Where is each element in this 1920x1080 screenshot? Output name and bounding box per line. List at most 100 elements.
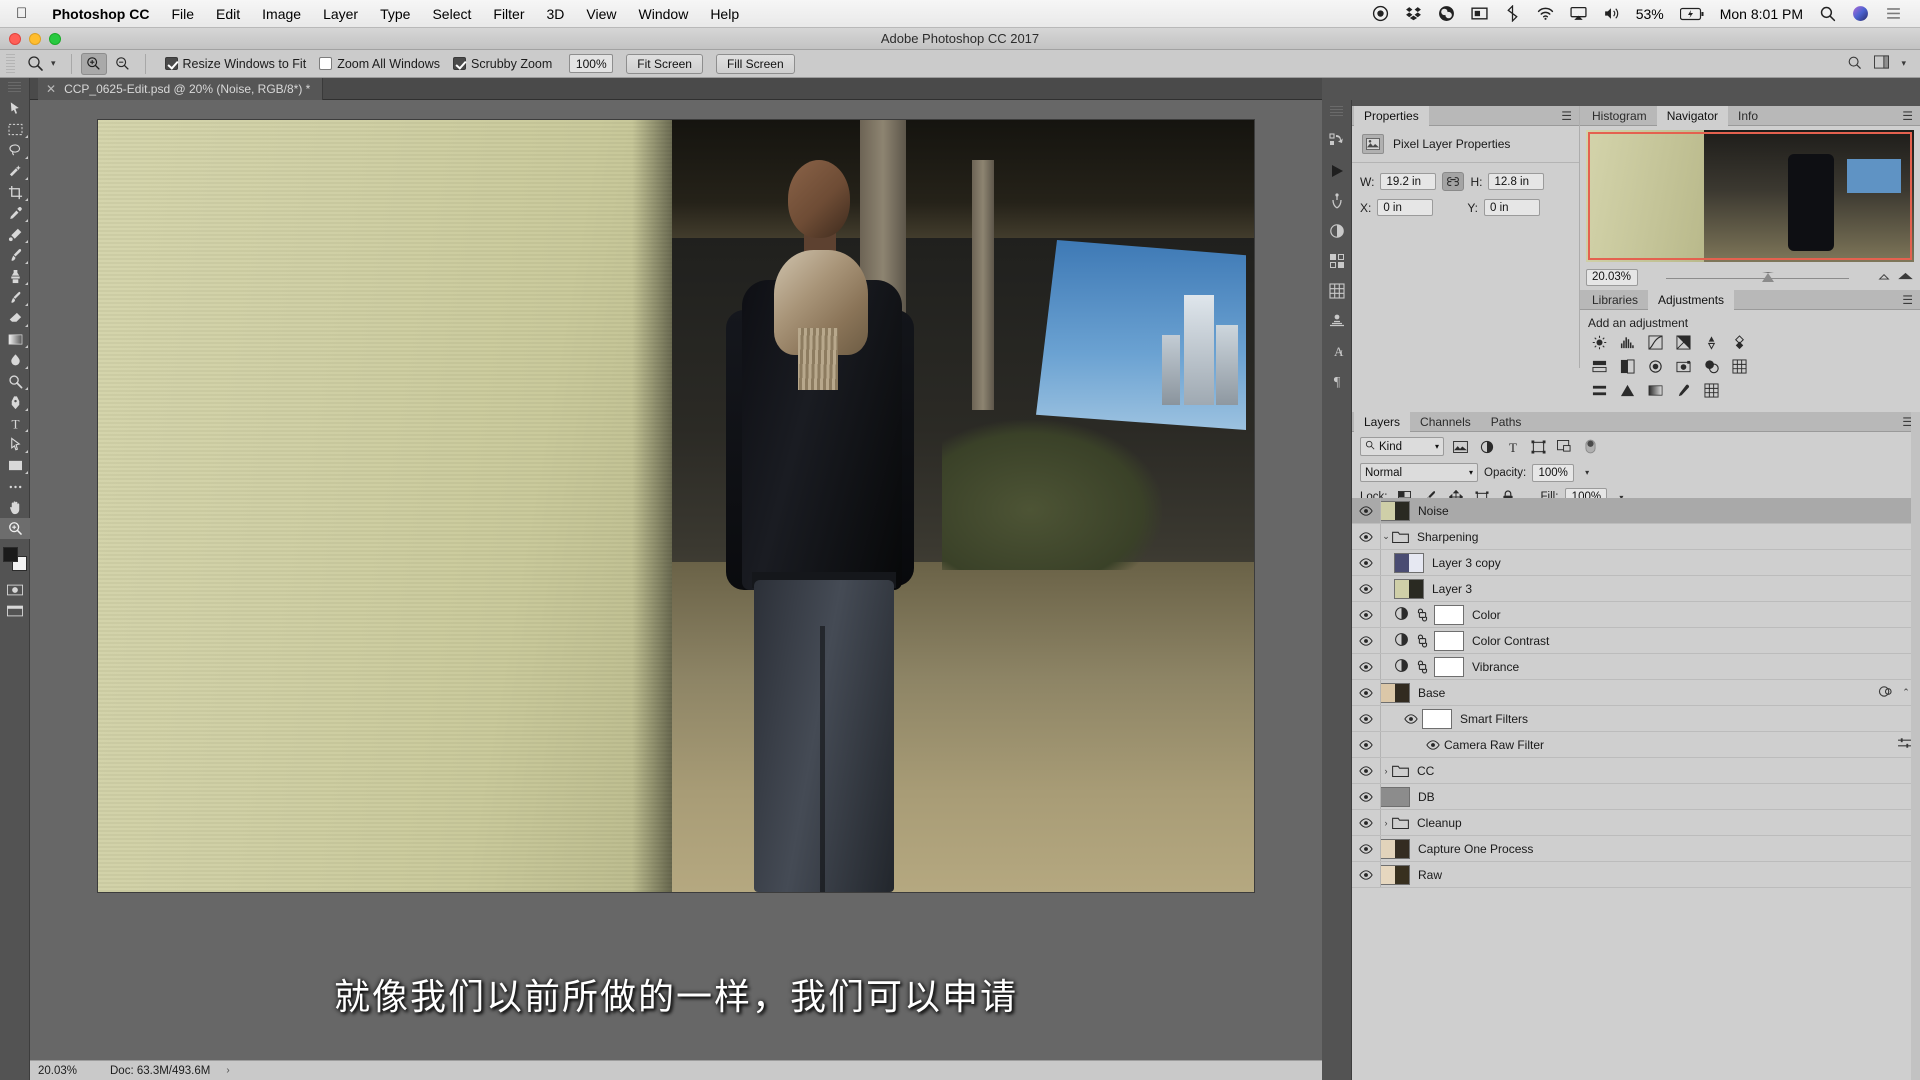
resize-windows-to-fit-checkbox[interactable]: Resize Windows to Fit <box>164 57 306 71</box>
zoom-tool[interactable] <box>0 518 30 539</box>
layer-visibility-toggle[interactable] <box>1352 661 1380 672</box>
layer-visibility-toggle[interactable] <box>1352 583 1380 594</box>
marquee-tool[interactable] <box>0 119 30 140</box>
tab-layers[interactable]: Layers <box>1354 411 1411 432</box>
type-tool[interactable]: T <box>0 413 30 434</box>
zoom-tool-icon[interactable] <box>22 53 48 75</box>
layer-row[interactable]: DB <box>1352 784 1920 810</box>
layer-name[interactable]: Layer 3 copy <box>1432 556 1501 570</box>
smart-filters-visibility-toggle[interactable] <box>1400 713 1422 724</box>
layer-name[interactable]: Layer 3 <box>1432 582 1472 596</box>
layer-name[interactable]: Raw <box>1418 868 1442 882</box>
hand-tool[interactable] <box>0 497 30 518</box>
menu-select[interactable]: Select <box>421 6 482 22</box>
link-mask-icon[interactable] <box>1416 634 1429 648</box>
layer-visibility-toggle[interactable] <box>1352 687 1380 698</box>
healing-brush-tool[interactable] <box>0 224 30 245</box>
navigator-thumbnail[interactable] <box>1586 130 1914 262</box>
icon-dock-grip[interactable] <box>1330 106 1343 118</box>
tab-paths[interactable]: Paths <box>1481 412 1532 432</box>
eraser-tool[interactable] <box>0 308 30 329</box>
tab-channels[interactable]: Channels <box>1410 412 1481 432</box>
layer-filter-kind-select[interactable]: Kind ▾ <box>1360 437 1444 456</box>
menu-help[interactable]: Help <box>699 6 750 22</box>
layer-row[interactable]: Color Contrast <box>1352 628 1920 654</box>
menu-edit[interactable]: Edit <box>205 6 251 22</box>
quick-mask-icon[interactable] <box>0 579 30 600</box>
layer-row[interactable]: Layer 3 <box>1352 576 1920 602</box>
document-tab[interactable]: ✕ CCP_0625-Edit.psd @ 20% (Noise, RGB/8*… <box>38 78 324 100</box>
vibrance-icon[interactable] <box>1702 334 1721 351</box>
path-selection-tool[interactable] <box>0 434 30 455</box>
menu-view[interactable]: View <box>575 6 627 22</box>
layer-row[interactable]: Raw <box>1352 862 1920 888</box>
status-expand-arrow[interactable]: › <box>210 1065 229 1076</box>
menu-app-name[interactable]: Photoshop CC <box>41 6 160 22</box>
document-image[interactable] <box>98 120 1254 892</box>
history-icon[interactable] <box>1322 186 1352 216</box>
cloud-sync-icon[interactable] <box>1430 5 1463 22</box>
layer-name[interactable]: Cleanup <box>1417 816 1462 830</box>
chevron-down-icon[interactable]: ▾ <box>1435 442 1439 451</box>
black-white-icon[interactable] <box>1618 358 1637 375</box>
layer-row[interactable]: ⌄ Sharpening <box>1352 524 1920 550</box>
chevron-down-icon[interactable]: ▾ <box>51 58 62 69</box>
layer-row[interactable]: Color <box>1352 602 1920 628</box>
layer-visibility-toggle[interactable] <box>1352 843 1380 854</box>
quick-selection-tool[interactable] <box>0 161 30 182</box>
exposure-icon[interactable] <box>1674 334 1693 351</box>
fit-screen-button[interactable]: Fit Screen <box>626 53 703 74</box>
dropbox-icon[interactable] <box>1397 5 1430 22</box>
channels-icon[interactable] <box>1322 276 1352 306</box>
menu-window[interactable]: Window <box>628 6 700 22</box>
dodge-tool[interactable] <box>0 371 30 392</box>
layer-mask-thumbnail[interactable] <box>1434 630 1464 651</box>
layer-name[interactable]: Capture One Process <box>1418 842 1533 856</box>
layer-row[interactable]: Vibrance <box>1352 654 1920 680</box>
layer-name[interactable]: Smart Filters <box>1460 712 1528 726</box>
menu-3d[interactable]: 3D <box>536 6 576 22</box>
zoom-out-button[interactable] <box>110 53 136 75</box>
x-field[interactable]: 0 in <box>1377 199 1434 216</box>
workspace-chevron-icon[interactable]: ▾ <box>1901 58 1912 69</box>
options-bar-grip[interactable] <box>6 53 15 74</box>
invert-icon[interactable] <box>1730 358 1749 375</box>
filter-toggle-icon[interactable] <box>1581 438 1600 455</box>
zoom-percentage-field[interactable]: 100% <box>569 54 614 73</box>
layer-visibility-toggle[interactable] <box>1352 869 1380 880</box>
h-field[interactable]: 12.8 in <box>1488 173 1545 190</box>
move-tool[interactable] <box>0 98 30 119</box>
actions-icon[interactable] <box>1322 126 1352 156</box>
blend-mode-select[interactable]: Normal ▾ <box>1360 463 1478 482</box>
navigator-view-box[interactable] <box>1588 132 1912 260</box>
notification-center-icon[interactable] <box>1877 5 1910 22</box>
canvas-area[interactable]: 就像我们以前所做的一样，我们可以申请 <box>30 100 1322 1060</box>
clone-stamp-tool[interactable] <box>0 266 30 287</box>
navigator-zoom-field[interactable]: 20.03% <box>1586 268 1638 286</box>
layer-name[interactable]: Base <box>1418 686 1445 700</box>
layer-row[interactable]: › CC <box>1352 758 1920 784</box>
zoom-out-small-icon[interactable] <box>1877 270 1891 284</box>
threshold-icon[interactable] <box>1618 382 1637 399</box>
posterize-icon[interactable] <box>1590 382 1609 399</box>
layer-row[interactable]: Camera Raw Filter <box>1352 732 1920 758</box>
layer-thumbnail[interactable] <box>1380 500 1410 521</box>
group-disclosure-icon[interactable]: › <box>1380 818 1392 828</box>
wifi-icon[interactable] <box>1529 5 1562 22</box>
layer-thumbnail[interactable] <box>1380 682 1410 703</box>
search-icon[interactable] <box>1847 55 1862 73</box>
tab-adjustments[interactable]: Adjustments <box>1648 289 1735 310</box>
tools-panel-grip[interactable] <box>8 82 21 94</box>
layer-thumbnail[interactable] <box>1380 864 1410 885</box>
channel-mixer-icon[interactable] <box>1674 358 1693 375</box>
bluetooth-icon[interactable] <box>1496 5 1529 22</box>
opacity-chevron-icon[interactable]: ▾ <box>1580 464 1594 482</box>
layer-thumbnail[interactable] <box>1394 578 1424 599</box>
layer-name[interactable]: Color <box>1472 608 1501 622</box>
battery-percentage[interactable]: 53% <box>1628 6 1672 22</box>
chevron-down-icon[interactable]: ▾ <box>1469 468 1473 477</box>
levels-icon[interactable] <box>1618 334 1637 351</box>
checkbox-box[interactable] <box>319 57 333 70</box>
tab-navigator[interactable]: Navigator <box>1656 105 1729 126</box>
eyedropper-tool[interactable] <box>0 203 30 224</box>
